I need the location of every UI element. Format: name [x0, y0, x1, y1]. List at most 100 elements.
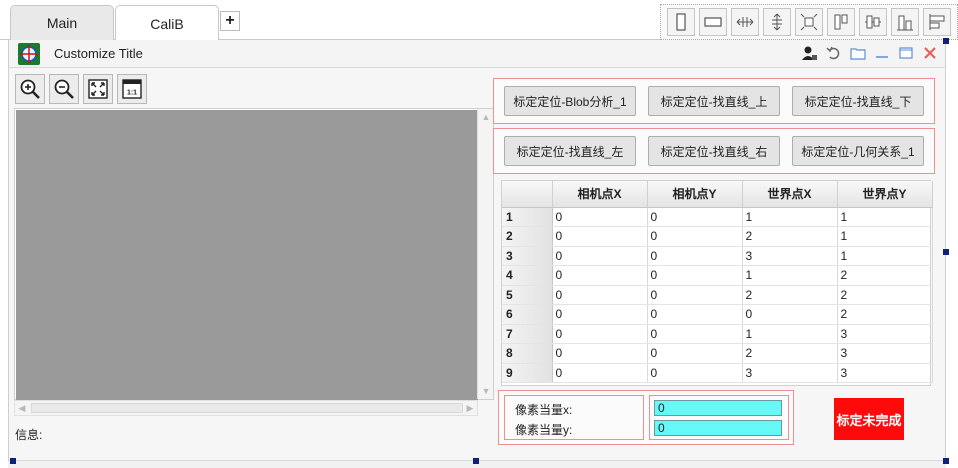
- resize-handle[interactable]: [473, 458, 479, 464]
- cell-world-y[interactable]: 3: [837, 343, 933, 364]
- row-header[interactable]: 1: [502, 207, 553, 227]
- close-icon[interactable]: [921, 44, 939, 62]
- row-header[interactable]: 8: [502, 343, 553, 364]
- cell-world-x[interactable]: 3: [742, 363, 838, 383]
- cell-camera-y[interactable]: 0: [647, 304, 743, 325]
- column-header-camera-x[interactable]: 相机点X: [552, 181, 648, 208]
- scroll-down-icon[interactable]: ▼: [481, 386, 491, 396]
- cell-camera-x[interactable]: 0: [552, 246, 648, 266]
- align-left-edge-icon[interactable]: [923, 8, 951, 36]
- scroll-up-icon[interactable]: ▲: [481, 112, 491, 122]
- scroll-left-icon[interactable]: ◀: [17, 403, 27, 413]
- resize-handle[interactable]: [943, 38, 949, 44]
- pixel-scale-x-input[interactable]: [654, 400, 782, 416]
- column-header-camera-y[interactable]: 相机点Y: [647, 181, 743, 208]
- tab-main[interactable]: Main: [10, 5, 114, 40]
- align-left-bars-icon[interactable]: [827, 8, 855, 36]
- cell-world-y[interactable]: 2: [837, 285, 933, 305]
- folder-open-icon[interactable]: [849, 44, 867, 62]
- geometry-relation-button[interactable]: 标定定位-几何关系_1: [792, 136, 924, 166]
- cell-world-x[interactable]: 2: [742, 285, 838, 305]
- row-header[interactable]: 2: [502, 226, 553, 247]
- scroll-thumb[interactable]: [31, 403, 463, 413]
- restore-icon[interactable]: [897, 44, 915, 62]
- user-lock-icon[interactable]: [801, 44, 819, 62]
- actual-size-icon[interactable]: 1:1: [117, 74, 147, 104]
- cell-camera-x[interactable]: 0: [552, 285, 648, 305]
- cell-world-y[interactable]: 1: [837, 246, 933, 266]
- find-line-right-button[interactable]: 标定定位-找直线_右: [648, 136, 780, 166]
- row-header[interactable]: 6: [502, 304, 553, 325]
- cell-world-y[interactable]: 1: [837, 226, 933, 247]
- row-header[interactable]: 5: [502, 285, 553, 305]
- cell-camera-x[interactable]: 0: [552, 265, 648, 286]
- cell-camera-x[interactable]: 0: [552, 304, 648, 325]
- cell-camera-y[interactable]: 0: [647, 343, 743, 364]
- image-canvas[interactable]: [16, 110, 478, 400]
- layout-horizontal-icon[interactable]: [699, 8, 727, 36]
- resize-handle[interactable]: [10, 458, 16, 464]
- fit-screen-icon[interactable]: [83, 74, 113, 104]
- find-line-top-button[interactable]: 标定定位-找直线_上: [648, 86, 780, 116]
- resize-vertical-icon[interactable]: [763, 8, 791, 36]
- cell-world-y[interactable]: 3: [837, 324, 933, 344]
- cell-camera-y[interactable]: 0: [647, 226, 743, 247]
- cell-camera-x[interactable]: 0: [552, 324, 648, 344]
- cell-camera-y[interactable]: 0: [647, 285, 743, 305]
- row-header[interactable]: 9: [502, 363, 553, 383]
- cell-world-y[interactable]: 2: [837, 265, 933, 286]
- resize-handle[interactable]: [943, 458, 949, 464]
- cell-camera-x[interactable]: 0: [552, 226, 648, 247]
- table-row[interactable]: 90033: [502, 363, 933, 383]
- cell-camera-x[interactable]: 0: [552, 343, 648, 364]
- column-header-world-y[interactable]: 世界点Y: [837, 181, 933, 208]
- viewer-vertical-scrollbar[interactable]: ▲ ▼: [477, 109, 493, 399]
- cell-world-x[interactable]: 0: [742, 304, 838, 325]
- align-center-bars-icon[interactable]: [859, 8, 887, 36]
- resize-handle[interactable]: [943, 249, 949, 255]
- minimize-icon[interactable]: [873, 44, 891, 62]
- table-row[interactable]: 80023: [502, 343, 933, 364]
- cell-world-x[interactable]: 1: [742, 265, 838, 286]
- scroll-right-icon[interactable]: ▶: [465, 403, 475, 413]
- table-row[interactable]: 10011: [502, 207, 933, 227]
- table-row[interactable]: 40012: [502, 265, 933, 286]
- add-tab-button[interactable]: +: [220, 11, 240, 31]
- move-all-icon[interactable]: [795, 8, 823, 36]
- row-header[interactable]: 4: [502, 265, 553, 286]
- column-header-world-x[interactable]: 世界点X: [742, 181, 838, 208]
- zoom-in-icon[interactable]: [15, 74, 45, 104]
- find-line-bottom-button[interactable]: 标定定位-找直线_下: [792, 86, 924, 116]
- row-header[interactable]: 7: [502, 324, 553, 344]
- table-row[interactable]: 60002: [502, 304, 933, 325]
- table-row[interactable]: 70013: [502, 324, 933, 344]
- tab-calib[interactable]: CaliB: [115, 5, 219, 41]
- cell-world-y[interactable]: 2: [837, 304, 933, 325]
- cell-camera-x[interactable]: 0: [552, 363, 648, 383]
- blob-analysis-button[interactable]: 标定定位-Blob分析_1: [504, 86, 636, 116]
- cell-world-x[interactable]: 3: [742, 246, 838, 266]
- cell-world-x[interactable]: 1: [742, 324, 838, 344]
- cell-camera-y[interactable]: 0: [647, 246, 743, 266]
- table-row[interactable]: 20021: [502, 226, 933, 247]
- zoom-out-icon[interactable]: [49, 74, 79, 104]
- table-row[interactable]: 30031: [502, 246, 933, 266]
- pixel-scale-y-input[interactable]: [654, 420, 782, 436]
- cell-world-x[interactable]: 2: [742, 343, 838, 364]
- align-bottom-bars-icon[interactable]: [891, 8, 919, 36]
- cell-world-x[interactable]: 1: [742, 207, 838, 227]
- row-header[interactable]: 3: [502, 246, 553, 266]
- cell-camera-y[interactable]: 0: [647, 265, 743, 286]
- layout-vertical-icon[interactable]: [667, 8, 695, 36]
- find-line-left-button[interactable]: 标定定位-找直线_左: [504, 136, 636, 166]
- cell-camera-y[interactable]: 0: [647, 363, 743, 383]
- cell-world-y[interactable]: 1: [837, 207, 933, 227]
- resize-horizontal-icon[interactable]: [731, 8, 759, 36]
- cell-camera-x[interactable]: 0: [552, 207, 648, 227]
- viewer-horizontal-scrollbar[interactable]: ◀ ▶: [14, 400, 478, 416]
- cell-world-y[interactable]: 3: [837, 363, 933, 383]
- cell-world-x[interactable]: 2: [742, 226, 838, 247]
- undo-icon[interactable]: [825, 44, 843, 62]
- cell-camera-y[interactable]: 0: [647, 324, 743, 344]
- cell-camera-y[interactable]: 0: [647, 207, 743, 227]
